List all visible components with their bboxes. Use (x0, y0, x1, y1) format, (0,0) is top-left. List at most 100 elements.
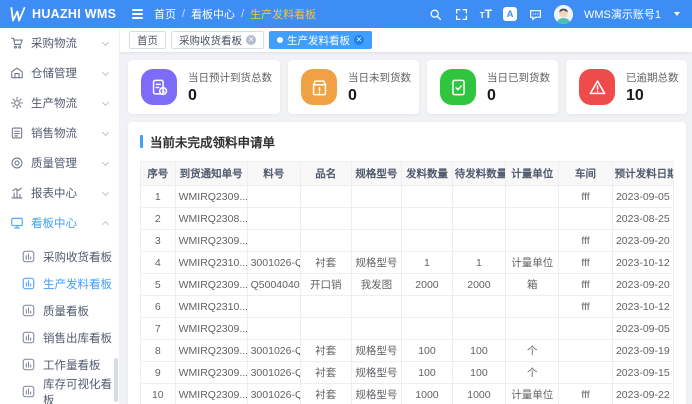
sidebar-scrollbar[interactable] (114, 358, 118, 402)
user-avatar[interactable] (554, 5, 573, 24)
column-header: 料号 (247, 162, 300, 186)
table-cell: 个 (506, 362, 559, 384)
table-cell (247, 318, 300, 340)
table-cell: fff (559, 186, 612, 208)
menu-collapse-icon[interactable] (130, 6, 145, 22)
table-cell: 规格型号 (351, 340, 402, 362)
main-content: 当日预计到货总数 0 当日未到货数 0 当日已到货数 0 (120, 52, 692, 404)
column-header: 品名 (300, 162, 351, 186)
sidebar-subitem-2[interactable]: 质量看板 (0, 297, 119, 324)
table-cell (559, 318, 612, 340)
table-cell: 10 (141, 384, 176, 404)
sidebar: 采购物流 仓储管理 生产物流 销售物流 质量管理 报表中心 看板中心 采购收货看… (0, 28, 120, 404)
sidebar-subitem-0[interactable]: 采购收货看板 (0, 243, 119, 270)
tab-home[interactable]: 首页 (129, 31, 166, 49)
table-cell: 2023-09-20 (612, 274, 673, 296)
table-cell (506, 230, 559, 252)
table-cell (247, 208, 300, 230)
chevron-down-icon (102, 38, 109, 45)
sidebar-item-purchase-logistics[interactable]: 采购物流 (0, 28, 119, 58)
sidebar-subitem-1[interactable]: 生产发料看板 (0, 270, 119, 297)
table-cell: fff (559, 252, 612, 274)
table-cell: 3001026-Q3... (247, 362, 300, 384)
table-cell (506, 296, 559, 318)
table-cell: 7 (141, 318, 176, 340)
table-cell: WMIRQ2310... (175, 252, 247, 274)
message-icon[interactable] (528, 7, 543, 22)
tab-label: 采购收货看板 (179, 33, 242, 48)
sidebar-subitem-label: 库存可视化看板 (43, 376, 119, 404)
table-cell: WMIRQ2309... (175, 384, 247, 404)
panel-title-text: 当前未完成领料申请单 (150, 132, 275, 151)
table-cell: WMIRQ2309... (175, 230, 247, 252)
sidebar-subitem-4[interactable]: 工作量看板 (0, 351, 119, 378)
table-cell (351, 208, 402, 230)
logo-icon (10, 7, 26, 22)
column-header: 规格型号 (351, 162, 402, 186)
stat-label: 已逾期总数 (626, 70, 679, 85)
title-accent-bar (140, 135, 143, 148)
tab-production-issue-board[interactable]: 生产发料看板 ✕ (269, 31, 372, 49)
table-cell: 5 (141, 274, 176, 296)
translate-icon[interactable]: A (503, 7, 517, 21)
board-icon (22, 358, 35, 371)
board-icon (22, 385, 35, 398)
column-header: 计量单位 (506, 162, 559, 186)
table-cell (402, 318, 453, 340)
sales-icon (10, 126, 24, 140)
fullscreen-icon[interactable] (454, 7, 469, 22)
table-cell: 2000 (452, 274, 505, 296)
font-size-icon[interactable]: TT (480, 8, 492, 20)
table-row: 8WMIRQ2309...3001026-Q3...衬套规格型号100100个2… (141, 340, 674, 362)
chevron-down-icon (102, 68, 109, 75)
warning-icon (588, 78, 607, 97)
table-cell: 2023-09-05 (612, 318, 673, 340)
table-cell: 1000 (402, 384, 453, 404)
table-cell: 100 (402, 340, 453, 362)
table-cell (300, 296, 351, 318)
sidebar-subitem-5[interactable]: 库存可视化看板 (0, 378, 119, 404)
table-cell: 100 (402, 362, 453, 384)
chevron-up-icon (102, 221, 109, 228)
breadcrumb-home[interactable]: 首页 (154, 6, 176, 22)
table-cell: 2023-09-22 (612, 384, 673, 404)
table-cell: Q5004040 (247, 274, 300, 296)
close-icon[interactable]: ✕ (246, 35, 256, 45)
table-cell: 1 (452, 252, 505, 274)
column-header: 车间 (559, 162, 612, 186)
table-cell: 衬套 (300, 384, 351, 404)
stat-value: 0 (348, 88, 411, 104)
account-name[interactable]: WMS演示账号1 (584, 6, 661, 22)
table-cell: 规格型号 (351, 252, 402, 274)
stat-value: 0 (487, 88, 550, 104)
table-cell (452, 296, 505, 318)
sidebar-item-production-logistics[interactable]: 生产物流 (0, 88, 119, 118)
doc-clock-icon (150, 78, 169, 97)
table-cell: 3 (141, 230, 176, 252)
sidebar-item-quality-management[interactable]: 质量管理 (0, 148, 119, 178)
pending-requisitions-panel: 当前未完成领料申请单 序号到货通知单号料号品名规格型号发料数量待发料数量计量单位… (128, 122, 686, 404)
sidebar-item-sales-logistics[interactable]: 销售物流 (0, 118, 119, 148)
search-icon[interactable] (428, 7, 443, 22)
column-header: 发料数量 (402, 162, 453, 186)
table-cell (506, 318, 559, 340)
table-cell (402, 208, 453, 230)
account-dropdown-caret-icon[interactable] (674, 12, 680, 16)
close-icon[interactable]: ✕ (354, 35, 364, 45)
table-cell (351, 318, 402, 340)
table-cell: 3001026-Q3... (247, 252, 300, 274)
stat-cards-row: 当日预计到货总数 0 当日未到货数 0 当日已到货数 0 (128, 60, 686, 114)
table-cell (402, 230, 453, 252)
sidebar-item-label: 销售物流 (31, 125, 96, 141)
table-cell (452, 318, 505, 340)
tab-purchase-receipt-board[interactable]: 采购收货看板 ✕ (171, 31, 264, 49)
sidebar-item-warehouse-management[interactable]: 仓储管理 (0, 58, 119, 88)
stat-value: 0 (188, 88, 272, 104)
app-logo: HUAZHI WMS (0, 7, 120, 22)
sidebar-item-label: 仓储管理 (31, 65, 96, 81)
kanban-submenu: 采购收货看板 生产发料看板 质量看板 销售出库看板 工作量看板 库存可视化看板 (0, 238, 119, 404)
sidebar-subitem-3[interactable]: 销售出库看板 (0, 324, 119, 351)
sidebar-item-report-center[interactable]: 报表中心 (0, 178, 119, 208)
breadcrumb-kanban-center[interactable]: 看板中心 (191, 6, 235, 22)
sidebar-item-kanban-center[interactable]: 看板中心 (0, 208, 119, 238)
